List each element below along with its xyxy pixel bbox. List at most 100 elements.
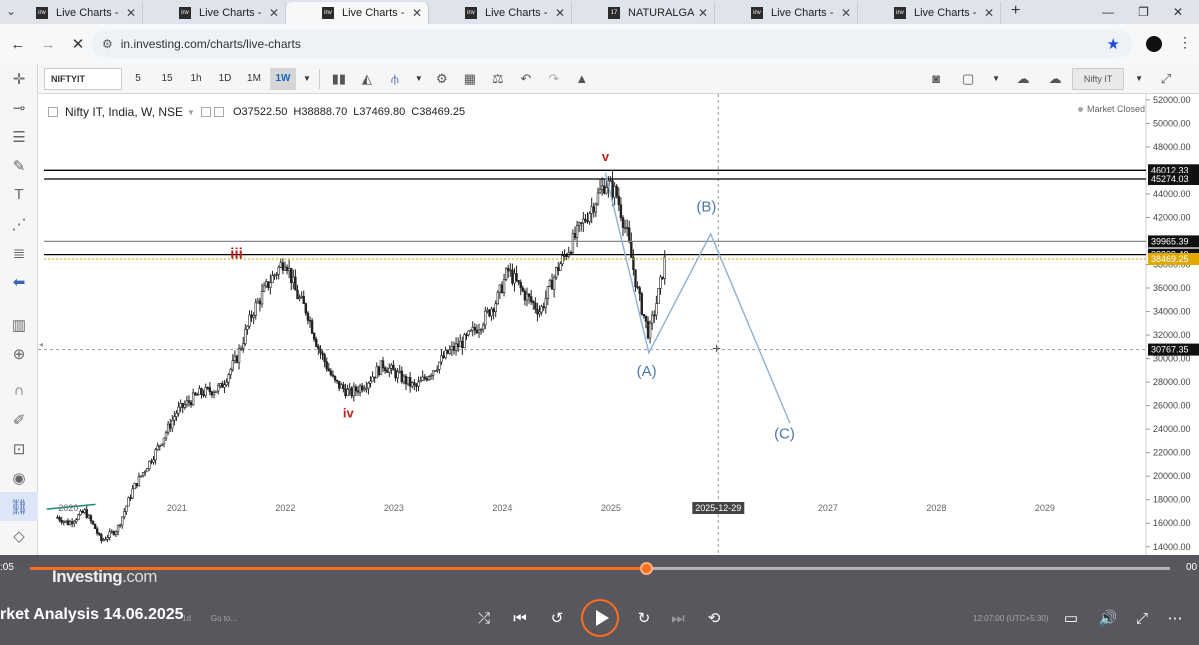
interval-15-button[interactable]: 15 <box>154 68 180 90</box>
parallel-lines-tool-icon[interactable]: ☰ <box>0 122 38 151</box>
interval-1d-button[interactable]: 1D <box>212 68 238 90</box>
close-tab-icon[interactable]: ✕ <box>698 6 708 20</box>
subtitles-icon[interactable]: ▭ <box>1059 607 1083 629</box>
close-tab-icon[interactable]: ✕ <box>555 6 565 20</box>
minimize-icon[interactable]: — <box>1102 5 1114 19</box>
text-tool-icon[interactable]: T <box>0 180 38 209</box>
pattern-tool-icon[interactable]: ⋰ <box>0 209 38 238</box>
candle-body <box>327 368 330 372</box>
candle-body <box>392 364 395 371</box>
browser-tab[interactable]: 17 NATURALGAS 3.6700 ✕ <box>572 2 715 24</box>
candle-body <box>473 327 477 331</box>
forward-arrow-icon[interactable]: → <box>36 36 60 53</box>
close-tab-icon[interactable]: ✕ <box>984 6 994 20</box>
site-info-icon[interactable]: ⚙ <box>102 37 113 51</box>
interval-1w-button[interactable]: 1W <box>270 67 296 90</box>
bookmark-star-icon[interactable]: ★ <box>1107 35 1120 53</box>
legend-settings-icon[interactable] <box>200 107 211 117</box>
more-options-icon[interactable]: ⋯ <box>1163 607 1187 629</box>
close-tab-icon[interactable]: ✕ <box>412 6 422 20</box>
cloud-save-icon[interactable]: ☁ <box>1042 68 1068 90</box>
browser-tab[interactable]: inv Live Charts - Investing ✕ <box>0 2 143 24</box>
redo-icon[interactable]: ↷ <box>541 68 567 90</box>
back-arrow-icon[interactable]: ← <box>6 36 30 53</box>
address-bar[interactable]: ⚙ in.investing.com/charts/live-charts ★ <box>92 30 1132 58</box>
forward-30-icon[interactable]: ↻ <box>632 607 656 629</box>
eye-icon[interactable]: ◉ <box>0 463 38 492</box>
browser-tab[interactable]: inv Live Charts - Investing ✕ <box>715 2 858 24</box>
repeat-off-icon[interactable]: ⟲ <box>702 607 726 629</box>
brush-tool-icon[interactable]: ✎ <box>0 151 38 180</box>
templates-icon[interactable]: ▦ <box>457 68 483 90</box>
collapse-sidebar-icon[interactable]: ◂ <box>39 340 43 349</box>
seek-handle[interactable] <box>639 562 653 575</box>
close-tab-icon[interactable]: ✕ <box>126 6 136 20</box>
legend-dropdown-icon[interactable]: ▼ <box>187 108 195 117</box>
camera-snapshot-icon[interactable]: ◙ <box>923 68 949 90</box>
magnet-tool-icon[interactable]: ∩ <box>0 376 38 405</box>
candle-body <box>258 300 262 305</box>
back-arrow-tool-icon[interactable]: ⬅ <box>0 267 38 296</box>
indicators-icon[interactable]: ⫛ <box>382 68 408 90</box>
cloud-load-icon[interactable]: ☁ <box>1010 68 1036 90</box>
price-chart[interactable]: 14000.00 16000.00 18000.00 20000.00 22000.00… <box>38 94 1199 555</box>
price-label-value: 38469.25 <box>1151 254 1189 264</box>
crosshair-tool-icon[interactable]: ✛ <box>0 64 38 93</box>
link-tool-icon[interactable]: ⛓ <box>0 492 38 521</box>
profile-avatar[interactable] <box>1146 36 1162 52</box>
candle-body <box>235 355 239 363</box>
candlestick-type-icon[interactable]: ▮▮ <box>326 68 352 90</box>
fibonacci-tool-icon[interactable]: ≣ <box>0 238 38 267</box>
shuffle-icon[interactable]: ⤮ <box>472 607 496 629</box>
interval-1m-button[interactable]: 1M <box>241 68 267 90</box>
interval-5-button[interactable]: 5 <box>125 68 151 90</box>
lock-drawing-icon[interactable]: ✐ <box>0 405 38 434</box>
horizontal-line-tool-icon[interactable]: ⊸ <box>0 93 38 122</box>
symbol-select[interactable]: Nifty IT <box>1072 67 1125 90</box>
candle-body <box>615 185 618 197</box>
volume-icon[interactable]: 🔊 <box>1096 607 1120 629</box>
browser-tab-active[interactable]: inv Live Charts - Investing ✕ <box>286 2 429 24</box>
compare-scale-icon[interactable]: ⚖ <box>485 68 511 90</box>
browser-tab[interactable]: inv Live Charts - Investing ✕ <box>143 2 286 24</box>
fullscreen-icon[interactable]: ⤢ <box>1153 68 1179 90</box>
candle-body <box>246 325 249 330</box>
undo-icon[interactable]: ↶ <box>513 68 539 90</box>
candle-body <box>60 519 63 523</box>
maximize-icon[interactable]: ❐ <box>1138 5 1149 19</box>
close-window-icon[interactable]: ✕ <box>1173 5 1183 19</box>
stop-loading-icon[interactable]: ✕ <box>66 35 90 53</box>
measure-tool-icon[interactable]: ▥ <box>0 310 38 339</box>
interval-1h-button[interactable]: 1h <box>183 68 209 90</box>
new-tab-button[interactable]: + <box>1001 2 1030 24</box>
lock-icon[interactable]: ⊡ <box>0 434 38 463</box>
close-tab-icon[interactable]: ✕ <box>269 6 279 20</box>
browser-menu-icon[interactable]: ⋮ <box>1178 34 1192 51</box>
alert-icon[interactable]: ▲ <box>569 68 595 90</box>
zoom-in-tool-icon[interactable]: ⊕ <box>0 339 38 368</box>
layout-dropdown-icon[interactable]: ▼ <box>988 68 1004 90</box>
symbol-search-input[interactable]: NIFTYIT <box>44 67 122 90</box>
close-tab-icon[interactable]: ✕ <box>841 6 851 20</box>
fullscreen-video-icon[interactable]: ⤢ <box>1130 607 1154 629</box>
candle-body <box>333 375 337 381</box>
previous-icon[interactable]: ⏮ <box>508 607 532 629</box>
legend-hide-icon[interactable] <box>213 107 224 117</box>
settings-gear-icon[interactable]: ⚙ <box>429 68 455 90</box>
browser-tab[interactable]: inv Live Charts - Investing ✕ <box>858 2 1001 24</box>
candle-body <box>304 303 308 314</box>
area-chart-icon[interactable]: ◭ <box>354 68 380 90</box>
browser-tab[interactable]: inv Live Charts - Investing ✕ <box>429 2 572 24</box>
delete-drawings-icon[interactable]: ◇ <box>0 521 38 550</box>
rewind-10-icon[interactable]: ↺ <box>545 607 569 629</box>
legend-collapse-icon[interactable] <box>48 107 58 117</box>
video-seek-bar[interactable] <box>30 562 1170 575</box>
next-icon[interactable]: ⏭ <box>666 607 690 629</box>
symbol-select-dropdown-icon[interactable]: ▼ <box>1131 68 1147 90</box>
layout-icon[interactable]: ▢ <box>955 68 981 90</box>
market-status: Market Closed <box>1078 104 1145 114</box>
interval-dropdown-icon[interactable]: ▼ <box>299 68 315 90</box>
candle-body <box>148 460 151 470</box>
indicators-dropdown-icon[interactable]: ▼ <box>411 68 427 90</box>
play-button[interactable] <box>581 599 619 637</box>
